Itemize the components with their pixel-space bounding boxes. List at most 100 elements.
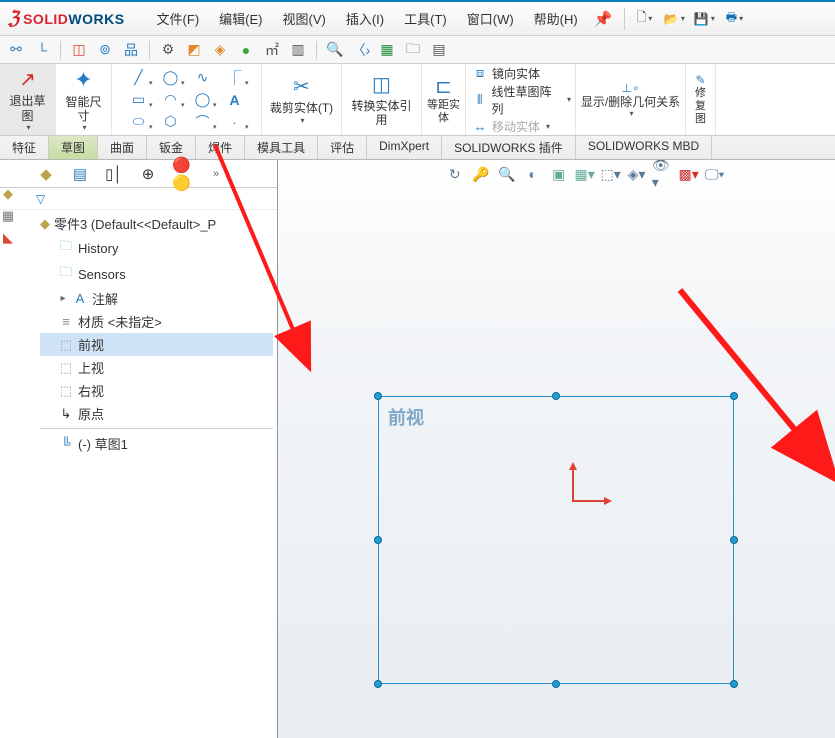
vp-zoom-icon[interactable]: 🔑: [470, 164, 492, 184]
tree-material[interactable]: ≡材质 <未指定>: [40, 310, 273, 333]
relations-button[interactable]: ⊥∘ 显示/删除几何关系 ▾: [576, 64, 686, 135]
cube-icon[interactable]: ◩: [184, 40, 204, 60]
vp-section-icon[interactable]: ▣: [548, 164, 570, 184]
box-icon[interactable]: 🗀: [403, 40, 423, 60]
print-button[interactable]: 🖶▾: [723, 8, 745, 30]
col-icon[interactable]: ▥: [288, 40, 308, 60]
plane-handle[interactable]: [552, 392, 560, 400]
tab-mold[interactable]: 模具工具: [245, 136, 318, 159]
fillet-tool[interactable]: ⎾▾: [220, 68, 250, 88]
rect-tool[interactable]: ▭▾: [124, 90, 154, 110]
vp-rotate-icon[interactable]: ◐: [522, 164, 544, 184]
sketch-plane-rect[interactable]: [378, 396, 734, 684]
trim-button[interactable]: ✂ 裁剪实体(T) ▾: [262, 64, 342, 135]
plane-handle[interactable]: [730, 392, 738, 400]
menu-file[interactable]: 文件(F): [149, 5, 208, 32]
vp-scene-icon[interactable]: ▩▾: [678, 164, 700, 184]
plane-handle[interactable]: [730, 536, 738, 544]
tree-top-plane[interactable]: ⬚上视: [40, 356, 273, 379]
text-icon[interactable]: ㎡: [262, 40, 282, 60]
menu-tools[interactable]: 工具(T): [396, 5, 455, 32]
vb-tag-icon[interactable]: ◣: [0, 230, 16, 246]
ellipse-tool[interactable]: ◯▾: [188, 90, 218, 110]
fm-tab-property-icon[interactable]: ▤: [70, 164, 90, 184]
polygon-tool[interactable]: ⬡: [156, 112, 186, 132]
tree-origin[interactable]: ↳原点: [40, 402, 273, 425]
vp-hide-icon[interactable]: ◈▾: [626, 164, 648, 184]
menu-help[interactable]: 帮助(H): [526, 5, 586, 32]
hierarchy-icon[interactable]: 品: [121, 40, 141, 60]
tab-sketch[interactable]: 草图: [49, 136, 98, 159]
graphics-viewport[interactable]: ↻ 🔑 🔍 ◐ ▣ ▦▾ ⬚▾ ◈▾ 👁▾ ▩▾ 🖵▾ 前视: [278, 160, 835, 738]
linear-pattern-button[interactable]: ⦀线性草图阵列▾: [472, 83, 571, 117]
green-dot-icon[interactable]: ●: [236, 40, 256, 60]
vp-display-icon[interactable]: ⬚▾: [600, 164, 622, 184]
perp-icon[interactable]: └: [32, 40, 52, 60]
tree-sketch1[interactable]: ╚(-) 草图1: [40, 432, 273, 455]
menu-view[interactable]: 视图(V): [275, 5, 334, 32]
vb-part-icon[interactable]: ◆: [0, 186, 16, 202]
plane-handle[interactable]: [374, 680, 382, 688]
repair-button[interactable]: ✎ 修复图: [686, 64, 716, 135]
tree-history[interactable]: 🗀History: [40, 235, 273, 261]
tab-mbd[interactable]: SOLIDWORKS MBD: [576, 136, 712, 159]
mirror-button[interactable]: ⧈镜向实体: [472, 65, 540, 82]
gear-icon[interactable]: ⚙: [158, 40, 178, 60]
tree-right-plane[interactable]: ⬚右视: [40, 379, 273, 402]
excel-icon[interactable]: ▦: [377, 40, 397, 60]
tab-surface[interactable]: 曲面: [98, 136, 147, 159]
fm-more[interactable]: »: [206, 164, 226, 184]
fm-tab-tree-icon[interactable]: ◆: [36, 164, 56, 184]
offset-button[interactable]: ⊏ 等距实体: [422, 64, 466, 135]
vp-area-icon[interactable]: 🔍: [496, 164, 518, 184]
text-tool[interactable]: A: [220, 90, 250, 110]
curve-tool[interactable]: ⌒▾: [188, 112, 218, 132]
plane-handle[interactable]: [374, 392, 382, 400]
collapse-icon[interactable]: ▸: [58, 293, 68, 304]
slot-tool[interactable]: ⬭▾: [124, 112, 154, 132]
plane-handle[interactable]: [730, 680, 738, 688]
vp-zoom-fit-icon[interactable]: ↻: [444, 164, 466, 184]
tab-weldments[interactable]: 焊件: [196, 136, 245, 159]
convert-button[interactable]: ◫ 转换实体引用: [342, 64, 422, 135]
fm-tab-dim-icon[interactable]: ⊕: [138, 164, 158, 184]
open-button[interactable]: 📂▾: [663, 8, 685, 30]
vp-view-icon[interactable]: ▦▾: [574, 164, 596, 184]
tab-plugins[interactable]: SOLIDWORKS 插件: [442, 136, 576, 159]
exit-sketch-button[interactable]: ↗ 退出草图 ▾: [0, 64, 56, 135]
vp-eye-icon[interactable]: 👁▾: [652, 164, 674, 184]
bracket-icon[interactable]: 〈›: [351, 40, 371, 60]
point-tool[interactable]: ·▾: [220, 112, 250, 132]
tree-annotations[interactable]: ▸A注解: [40, 287, 273, 310]
plane-handle[interactable]: [374, 536, 382, 544]
spline-tool[interactable]: ∿: [188, 68, 218, 88]
tree-sensors[interactable]: 🗀Sensors: [40, 261, 273, 287]
tree-root[interactable]: ◆ 零件3 (Default<<Default>_P: [40, 214, 273, 233]
tab-evaluate[interactable]: 评估: [318, 136, 367, 159]
pin-icon[interactable]: 📌: [594, 10, 613, 28]
vb-grid-icon[interactable]: ▦: [0, 208, 16, 224]
line-tool[interactable]: ╱▾: [124, 68, 154, 88]
tab-dimxpert[interactable]: DimXpert: [367, 136, 442, 159]
new-button[interactable]: 🗋▾: [633, 8, 655, 30]
plane-handle[interactable]: [552, 680, 560, 688]
save-button[interactable]: 💾▾: [693, 8, 715, 30]
quad-icon[interactable]: ◫: [69, 40, 89, 60]
menu-edit[interactable]: 编辑(E): [211, 5, 270, 32]
circle-tool[interactable]: ◯▾: [156, 68, 186, 88]
fm-tab-config-icon[interactable]: ▯│: [104, 164, 124, 184]
fm-tab-appearance-icon[interactable]: 🔴🟡: [172, 164, 192, 184]
layers-icon[interactable]: ▤: [429, 40, 449, 60]
menu-window[interactable]: 窗口(W): [459, 5, 522, 32]
shield-icon[interactable]: ◈: [210, 40, 230, 60]
tree-front-plane[interactable]: ⬚前视: [40, 333, 273, 356]
smart-dimension-button[interactable]: ✦ 智能尺寸 ▾: [56, 64, 112, 135]
arc-tool[interactable]: ◠▾: [156, 90, 186, 110]
vp-screen-icon[interactable]: 🖵▾: [704, 164, 726, 184]
tab-features[interactable]: 特征: [0, 136, 49, 159]
search-icon[interactable]: 🔍: [325, 40, 345, 60]
menu-insert[interactable]: 插入(I): [338, 5, 392, 32]
link-icon[interactable]: ⚯: [6, 40, 26, 60]
circles-icon[interactable]: ⊚: [95, 40, 115, 60]
funnel-icon[interactable]: ▽: [36, 192, 45, 206]
